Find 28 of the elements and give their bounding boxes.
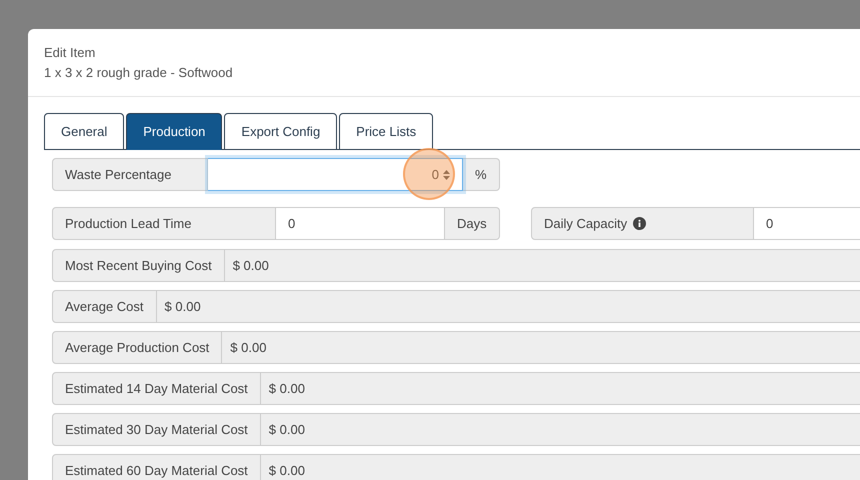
field-label: Estimated 60 Day Material Cost: [52, 454, 261, 480]
field-label: Estimated 14 Day Material Cost: [52, 372, 261, 405]
input-field[interactable]: 0: [276, 207, 445, 240]
readonly-field: $ 0.00: [156, 290, 860, 323]
click-highlight: [403, 148, 455, 200]
field-label: Waste Percentage: [52, 158, 208, 191]
readonly-field: $ 0.00: [222, 331, 860, 364]
unit-label: %: [463, 158, 500, 191]
tab[interactable]: Export Config: [224, 113, 338, 150]
field-label: Average Cost: [52, 290, 157, 323]
tab[interactable]: Production: [126, 113, 222, 150]
readonly-field: $ 0.00: [260, 372, 860, 405]
tab[interactable]: Price Lists: [339, 113, 434, 150]
readonly-field: $ 0.00: [224, 249, 860, 282]
dialog-subtitle: 1 x 3 x 2 rough grade - Softwood: [44, 65, 234, 80]
unit-label: Days: [445, 207, 500, 240]
readonly-field: $ 0.00: [260, 413, 860, 446]
field-label: Average Production Cost: [52, 331, 222, 364]
info-icon[interactable]: [633, 217, 646, 230]
field-label: Production Lead Time: [52, 207, 276, 240]
field-label: Daily Capacity: [531, 207, 754, 240]
readonly-field: $ 0.00: [260, 454, 860, 480]
field-label: Most Recent Buying Cost: [52, 249, 225, 282]
tab[interactable]: General: [44, 113, 124, 150]
field-label: Estimated 30 Day Material Cost: [52, 413, 261, 446]
spinner-icon[interactable]: [443, 170, 450, 180]
input-field[interactable]: 0: [754, 207, 860, 240]
dialog-title: Edit Item: [44, 45, 96, 60]
